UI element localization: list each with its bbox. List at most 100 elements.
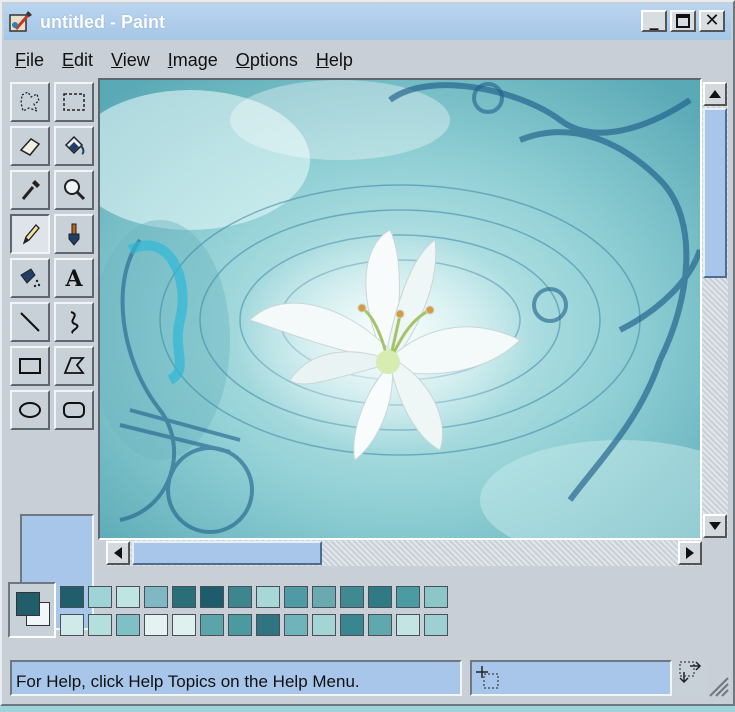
tool-rectangle-select-button[interactable] [54,82,94,122]
tool-brush-button[interactable] [54,214,94,254]
selection-size-icon [679,661,702,684]
palette-swatch[interactable] [256,586,280,608]
menu-help[interactable]: Help [316,50,353,71]
palette-swatch[interactable] [256,614,280,636]
palette-swatch[interactable] [144,614,168,636]
menu-bar: File Edit View Image Options Help [6,44,362,76]
airbrush-icon [20,268,41,288]
vertical-scrollbar[interactable] [702,82,728,538]
tool-pencil-button[interactable] [10,214,50,254]
palette-swatch[interactable] [200,586,224,608]
brush-icon [68,223,80,246]
palette-swatch[interactable] [88,614,112,636]
scroll-left-button[interactable] [106,541,130,565]
palette-swatch[interactable] [424,614,448,636]
current-colors[interactable] [8,582,56,638]
palette-swatch[interactable] [60,586,84,608]
palette-swatch[interactable] [144,586,168,608]
menu-image[interactable]: Image [168,50,218,71]
fill-bucket-icon [64,135,85,155]
minimize-icon: _ [649,10,659,31]
arrow-up-icon [709,90,721,98]
palette-swatch[interactable] [340,614,364,636]
tool-fill-with-color-button[interactable] [54,126,94,166]
status-cursor-position [470,660,672,696]
paint-window: untitled - Paint _ ✕ File Edit View Image Op… [0,0,735,706]
tool-curve-button[interactable] [54,302,94,342]
tool-pick-color-button[interactable] [10,170,50,210]
palette-swatch[interactable] [396,614,420,636]
magnifier-icon [64,179,86,201]
svg-text:A: A [64,266,83,291]
rectangle-select-icon [63,93,85,111]
menu-edit[interactable]: Edit [62,50,93,71]
ellipse-icon [19,402,41,418]
vertical-scroll-thumb[interactable] [703,108,727,278]
palette-swatch[interactable] [284,614,308,636]
resize-grip-icon[interactable] [706,674,730,698]
free-form-select-icon [20,91,40,113]
palette-swatch[interactable] [60,614,84,636]
arrow-left-icon [114,547,122,559]
palette-swatch[interactable] [116,614,140,636]
rectangle-icon [19,358,41,374]
palette-swatch[interactable] [200,614,224,636]
status-selection-size [676,660,706,696]
tool-polygon-button[interactable] [54,346,94,386]
eyedropper-icon [21,180,40,200]
tool-line-button[interactable] [10,302,50,342]
palette-swatch[interactable] [88,586,112,608]
menu-options[interactable]: Options [236,50,298,71]
tool-airbrush-button[interactable] [10,258,50,298]
scroll-down-button[interactable] [703,514,727,538]
close-button[interactable]: ✕ [699,10,725,32]
tool-rectangle-button[interactable] [10,346,50,386]
tool-magnifier-button[interactable] [54,170,94,210]
menu-view[interactable]: View [111,50,150,71]
scroll-right-button[interactable] [678,541,702,565]
window-title: untitled - Paint [40,11,165,32]
arrow-right-icon [686,547,694,559]
canvas-image-lily-on-water [100,80,700,538]
pencil-icon [22,224,40,245]
maximize-button[interactable] [670,10,696,32]
horizontal-scroll-thumb[interactable] [132,541,322,565]
palette-swatch[interactable] [340,586,364,608]
palette-swatch[interactable] [172,614,196,636]
scroll-up-button[interactable] [703,82,727,106]
palette-swatch[interactable] [312,614,336,636]
status-help-text: For Help, click Help Topics on the Help … [10,660,462,696]
palette-swatch[interactable] [228,586,252,608]
palette-swatch[interactable] [396,586,420,608]
maximize-icon [676,14,690,28]
tool-rounded-rectangle-button[interactable] [54,390,94,430]
line-icon [20,312,40,332]
palette-swatch[interactable] [284,586,308,608]
drawing-canvas[interactable] [98,78,702,540]
palette-swatch[interactable] [424,586,448,608]
tool-eraser-button[interactable] [10,126,50,166]
cursor-position-icon [476,666,499,689]
palette-swatch[interactable] [368,614,392,636]
tool-free-form-select-button[interactable] [10,82,50,122]
tool-text-button[interactable]: A [54,258,94,298]
palette-swatch[interactable] [368,586,392,608]
horizontal-scrollbar[interactable] [106,540,702,566]
menu-file[interactable]: File [15,50,44,71]
curve-icon [70,311,79,334]
rounded-rectangle-icon [63,402,85,418]
palette-swatch[interactable] [172,586,196,608]
polygon-icon [63,357,85,374]
foreground-color-swatch[interactable] [16,592,40,616]
palette-swatch[interactable] [228,614,252,636]
paint-app-icon [9,11,32,32]
arrow-down-icon [709,522,721,530]
minimize-button[interactable]: _ [641,10,667,32]
toolbox: A [10,82,98,630]
status-bar: For Help, click Help Topics on the Help … [10,658,730,698]
close-icon: ✕ [704,10,720,31]
palette-swatch[interactable] [312,586,336,608]
title-bar[interactable]: untitled - Paint _ ✕ [4,4,731,40]
palette-swatch[interactable] [116,586,140,608]
tool-ellipse-button[interactable] [10,390,50,430]
